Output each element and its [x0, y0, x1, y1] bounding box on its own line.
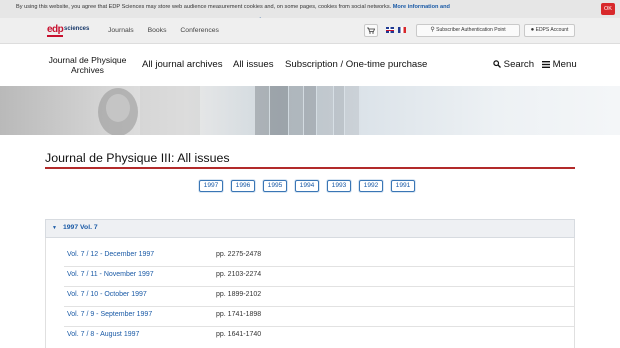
volume-accordion-header[interactable]: [45, 219, 575, 238]
year-button-1991[interactable]: 1991: [391, 180, 415, 192]
english-flag-icon[interactable]: [386, 27, 394, 33]
title-divider: [45, 167, 575, 169]
user-icon: ●: [530, 27, 535, 33]
cookie-more-info-link[interactable]: More information and: [393, 4, 450, 10]
year-button-1996[interactable]: 1996: [231, 180, 255, 192]
issue-row: Vol. 7 / 8 - August 1997 pp. 1641-1740: [46, 326, 576, 346]
row-divider: [64, 266, 574, 267]
row-divider: [64, 326, 574, 327]
nav-conferences[interactable]: Conferences: [180, 27, 219, 34]
publisher-nav: Journals Books Conferences: [108, 27, 231, 34]
search-icon: [493, 60, 501, 68]
row-divider: [64, 306, 574, 307]
issue-row: Vol. 7 / 10 - October 1997 pp. 1899-2102: [46, 286, 576, 306]
issue-list: Vol. 7 / 12 - December 1997 pp. 2275-247…: [45, 238, 575, 348]
logo-mark: edp: [47, 24, 64, 35]
hamburger-icon: [542, 60, 550, 68]
french-flag-icon[interactable]: [398, 27, 406, 33]
publisher-bar: edp sciences Journals Books Conferences …: [0, 18, 620, 44]
year-button-1995[interactable]: 1995: [263, 180, 287, 192]
journal-title[interactable]: Journal de Physique Archives: [45, 55, 130, 75]
nav-all-issues[interactable]: All issues: [233, 59, 274, 70]
subscriber-auth-label: Subscriber Authentication Point: [436, 27, 506, 33]
menu-button[interactable]: Menu: [542, 59, 577, 70]
cookie-message: By using this website, you agree that ED…: [16, 4, 392, 10]
nav-books[interactable]: Books: [148, 27, 167, 34]
hero-portrait-image: [98, 86, 359, 135]
row-divider: [64, 286, 574, 287]
issue-pages: pp. 1641-1740: [216, 331, 262, 338]
menu-label: Menu: [552, 59, 577, 70]
subscriber-authentication-button[interactable]: ⚲ Subscriber Authentication Point: [416, 24, 520, 37]
issue-pages: pp. 2103-2274: [216, 271, 262, 278]
issue-link[interactable]: Vol. 7 / 10 - October 1997: [67, 291, 147, 298]
cookie-banner: By using this website, you agree that ED…: [0, 0, 620, 18]
search-label: Search: [503, 59, 535, 70]
edps-account-label: EDPS Account: [535, 27, 569, 33]
issue-row: Vol. 7 / 11 - November 1997 pp. 2103-227…: [46, 266, 576, 286]
issue-row: Vol. 7 / 12 - December 1997 pp. 2275-247…: [46, 248, 576, 268]
issue-link[interactable]: Vol. 7 / 8 - August 1997: [67, 331, 139, 338]
logo-underline: [47, 35, 63, 37]
cookie-ok-button[interactable]: OK: [601, 3, 615, 15]
key-icon: ⚲: [430, 27, 435, 33]
logo-subtext: sciences: [64, 26, 90, 32]
nav-journals[interactable]: Journals: [108, 27, 134, 34]
edps-account-button[interactable]: ● EDPS Account: [524, 24, 575, 37]
page-title: Journal de Physique III: All issues: [45, 151, 230, 165]
issue-pages: pp. 2275-2478: [216, 251, 262, 258]
year-button-1992[interactable]: 1992: [359, 180, 383, 192]
cookie-text: By using this website, you agree that ED…: [16, 4, 450, 10]
issue-link[interactable]: Vol. 7 / 11 - November 1997: [67, 271, 154, 278]
nav-subscription[interactable]: Subscription / One-time purchase: [285, 59, 427, 70]
search-button[interactable]: Search: [493, 59, 534, 70]
issue-row: Vol. 7 / 9 - September 1997 pp. 1741-189…: [46, 306, 576, 326]
year-button-1993[interactable]: 1993: [327, 180, 351, 192]
hero-banner: [0, 86, 620, 135]
year-button-1997[interactable]: 1997: [199, 180, 223, 192]
volume-label[interactable]: 1997 Vol. 7: [63, 224, 98, 231]
cart-icon: [367, 27, 376, 34]
cart-button[interactable]: [364, 24, 378, 37]
edp-sciences-logo[interactable]: edp sciences: [47, 23, 97, 37]
issue-link[interactable]: Vol. 7 / 9 - September 1997: [67, 311, 152, 318]
issue-pages: pp. 1741-1898: [216, 311, 262, 318]
nav-all-journal-archives[interactable]: All journal archives: [142, 59, 223, 70]
year-button-1994[interactable]: 1994: [295, 180, 319, 192]
caret-down-icon[interactable]: ▼: [52, 225, 57, 231]
issue-pages: pp. 1899-2102: [216, 291, 262, 298]
issue-link[interactable]: Vol. 7 / 12 - December 1997: [67, 251, 154, 258]
